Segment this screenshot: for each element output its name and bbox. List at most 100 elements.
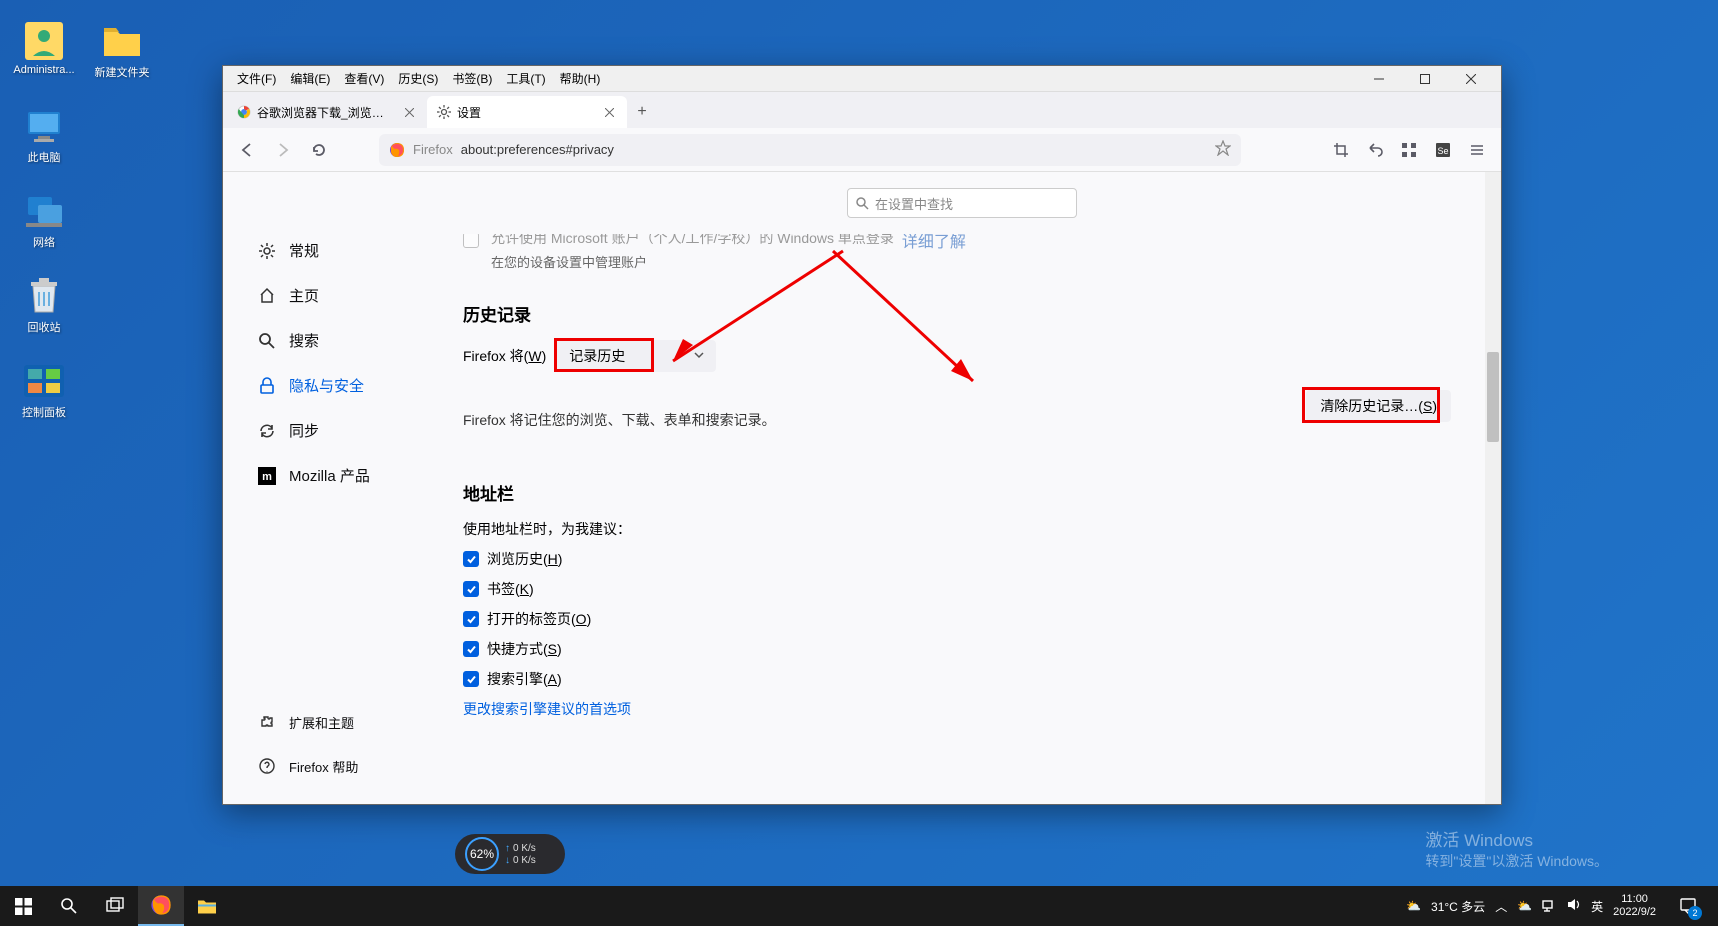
hamburger-menu[interactable] bbox=[1461, 134, 1493, 166]
tab-title: 谷歌浏览器下载_浏览器官网入口 bbox=[257, 104, 395, 121]
history-section-title: 历史记录 bbox=[463, 301, 1461, 326]
sidebar-label: 常规 bbox=[289, 240, 319, 261]
history-description: Firefox 将记住您的浏览、下载、表单和搜索记录。 bbox=[463, 410, 776, 430]
desktop-label: 回收站 bbox=[10, 319, 78, 335]
suggest-opentabs[interactable]: 打开的标签页(O) bbox=[463, 609, 1461, 629]
tab-chrome-download[interactable]: 谷歌浏览器下载_浏览器官网入口 bbox=[227, 96, 427, 128]
lock-icon bbox=[257, 376, 277, 396]
task-view[interactable] bbox=[92, 886, 138, 926]
history-mode-dropdown[interactable]: 记录历史 bbox=[556, 340, 716, 372]
sidebar-label: 搜索 bbox=[289, 330, 319, 351]
history-mode-label: Firefox 将(W) bbox=[463, 346, 546, 366]
weather-text[interactable]: 31°C 多云 bbox=[1431, 898, 1485, 915]
notification-center[interactable]: 2 bbox=[1666, 886, 1710, 926]
sidebar-label: 同步 bbox=[289, 420, 319, 441]
svg-text:Se: Se bbox=[1437, 146, 1448, 156]
menu-history[interactable]: 历史(S) bbox=[392, 68, 444, 89]
volume-icon[interactable] bbox=[1566, 897, 1581, 915]
suggest-bookmarks[interactable]: 书签(K) bbox=[463, 579, 1461, 599]
menubar: 文件(F) 编辑(E) 查看(V) 历史(S) 书签(B) 工具(T) 帮助(H… bbox=[223, 66, 1501, 92]
window-minimize[interactable] bbox=[1357, 66, 1401, 92]
crop-icon[interactable] bbox=[1325, 134, 1357, 166]
settings-main[interactable]: 在设置中查找 允许使用 Microsoft 账户（个人/工作/学校）的 Wind… bbox=[423, 172, 1501, 804]
forward-button[interactable] bbox=[267, 134, 299, 166]
tray-chevron-up-icon[interactable]: ︿ bbox=[1495, 898, 1507, 915]
desktop-label: Administra... bbox=[10, 64, 78, 76]
desktop-icon-admin[interactable]: Administra... bbox=[10, 20, 78, 80]
bookmark-star-icon[interactable] bbox=[1215, 140, 1231, 159]
network-icon[interactable] bbox=[1542, 898, 1556, 915]
checkbox-label: 搜索引擎(A) bbox=[487, 669, 562, 689]
apps-icon[interactable] bbox=[1393, 134, 1425, 166]
taskbar-clock[interactable]: 11:00 2022/9/2 bbox=[1613, 893, 1656, 919]
scrollbar-track[interactable] bbox=[1485, 172, 1501, 804]
clear-history-button[interactable]: 清除历史记录…(S) bbox=[1306, 390, 1451, 422]
sidebar-item-home[interactable]: 主页 bbox=[247, 277, 423, 314]
change-search-prefs-link[interactable]: 更改搜索引擎建议的首选项 bbox=[463, 699, 1461, 719]
desktop-label: 此电脑 bbox=[10, 149, 78, 165]
taskbar-search[interactable] bbox=[46, 886, 92, 926]
system-tray: ⛅ 31°C 多云 ︿ ⛅ 英 11:00 2022/9/2 2 bbox=[1398, 886, 1718, 926]
back-button[interactable] bbox=[231, 134, 263, 166]
cloud-sync-icon[interactable]: ⛅ bbox=[1517, 899, 1532, 913]
gear-icon bbox=[257, 241, 277, 261]
menu-tools[interactable]: 工具(T) bbox=[500, 68, 551, 89]
chevron-down-icon bbox=[693, 348, 705, 364]
firefox-window: 文件(F) 编辑(E) 查看(V) 历史(S) 书签(B) 工具(T) 帮助(H… bbox=[222, 65, 1502, 805]
sidebar-label: Firefox 帮助 bbox=[289, 757, 358, 776]
desktop-icon-network[interactable]: 网络 bbox=[10, 190, 78, 250]
addressbar-subtitle: 使用地址栏时，为我建议： bbox=[463, 519, 1461, 539]
taskbar-firefox[interactable] bbox=[138, 886, 184, 926]
checkbox-checked-icon bbox=[463, 641, 479, 657]
menu-view[interactable]: 查看(V) bbox=[338, 68, 390, 89]
menu-edit[interactable]: 编辑(E) bbox=[284, 68, 336, 89]
sidebar-item-search[interactable]: 搜索 bbox=[247, 322, 423, 359]
sidebar-label: 隐私与安全 bbox=[289, 375, 364, 396]
window-maximize[interactable] bbox=[1403, 66, 1447, 92]
download-speed: 0 K/s bbox=[513, 855, 536, 866]
sidebar-item-mozilla[interactable]: m Mozilla 产品 bbox=[247, 457, 423, 494]
settings-search[interactable]: 在设置中查找 bbox=[847, 188, 1077, 218]
upload-speed: 0 K/s bbox=[513, 843, 536, 854]
desktop-icon-pc[interactable]: 此电脑 bbox=[10, 105, 78, 165]
ime-indicator[interactable]: 英 bbox=[1591, 898, 1603, 915]
suggest-engines[interactable]: 搜索引擎(A) bbox=[463, 669, 1461, 689]
tab-settings[interactable]: 设置 bbox=[427, 96, 627, 128]
network-speed-widget[interactable]: 62% ↑0 K/s ↓0 K/s bbox=[455, 834, 565, 874]
menu-bookmarks[interactable]: 书签(B) bbox=[446, 68, 498, 89]
tab-close[interactable] bbox=[401, 104, 417, 120]
start-button[interactable] bbox=[0, 886, 46, 926]
address-bar[interactable]: Firefox about:preferences#privacy bbox=[379, 134, 1241, 166]
sso-checkbox[interactable] bbox=[463, 232, 479, 248]
taskbar-explorer[interactable] bbox=[184, 886, 230, 926]
sync-icon bbox=[257, 421, 277, 441]
tab-close[interactable] bbox=[601, 104, 617, 120]
desktop-label: 控制面板 bbox=[10, 404, 78, 420]
sidebar-item-general[interactable]: 常规 bbox=[247, 232, 423, 269]
checkbox-label: 快捷方式(S) bbox=[487, 639, 562, 659]
reload-button[interactable] bbox=[303, 134, 335, 166]
desktop-icon-control[interactable]: 控制面板 bbox=[10, 360, 78, 420]
desktop-icon-folder[interactable]: 新建文件夹 bbox=[88, 20, 156, 80]
sidebar-item-privacy[interactable]: 隐私与安全 bbox=[247, 367, 423, 404]
selenium-icon[interactable]: Se bbox=[1427, 134, 1459, 166]
suggest-history[interactable]: 浏览历史(H) bbox=[463, 549, 1461, 569]
checkbox-checked-icon bbox=[463, 671, 479, 687]
sidebar-item-sync[interactable]: 同步 bbox=[247, 412, 423, 449]
desktop-label: 新建文件夹 bbox=[88, 64, 156, 80]
window-close[interactable] bbox=[1449, 66, 1493, 92]
menu-help[interactable]: 帮助(H) bbox=[554, 68, 607, 89]
undo-icon[interactable] bbox=[1359, 134, 1391, 166]
new-tab-button[interactable]: + bbox=[627, 97, 657, 127]
sidebar-item-help[interactable]: Firefox 帮助 bbox=[247, 748, 423, 784]
upload-icon: ↑ bbox=[505, 843, 510, 854]
sidebar-item-extensions[interactable]: 扩展和主题 bbox=[247, 704, 423, 740]
scrollbar-thumb[interactable] bbox=[1487, 352, 1499, 442]
weather-icon[interactable]: ⛅ bbox=[1406, 899, 1421, 913]
checkbox-checked-icon bbox=[463, 581, 479, 597]
desktop-icon-recycle[interactable]: 回收站 bbox=[10, 275, 78, 335]
desktop-icons: Administra... 新建文件夹 此电脑 网络 回收站 控制面板 bbox=[10, 20, 156, 420]
net-percent: 62% bbox=[465, 837, 499, 871]
suggest-shortcuts[interactable]: 快捷方式(S) bbox=[463, 639, 1461, 659]
menu-file[interactable]: 文件(F) bbox=[231, 68, 282, 89]
